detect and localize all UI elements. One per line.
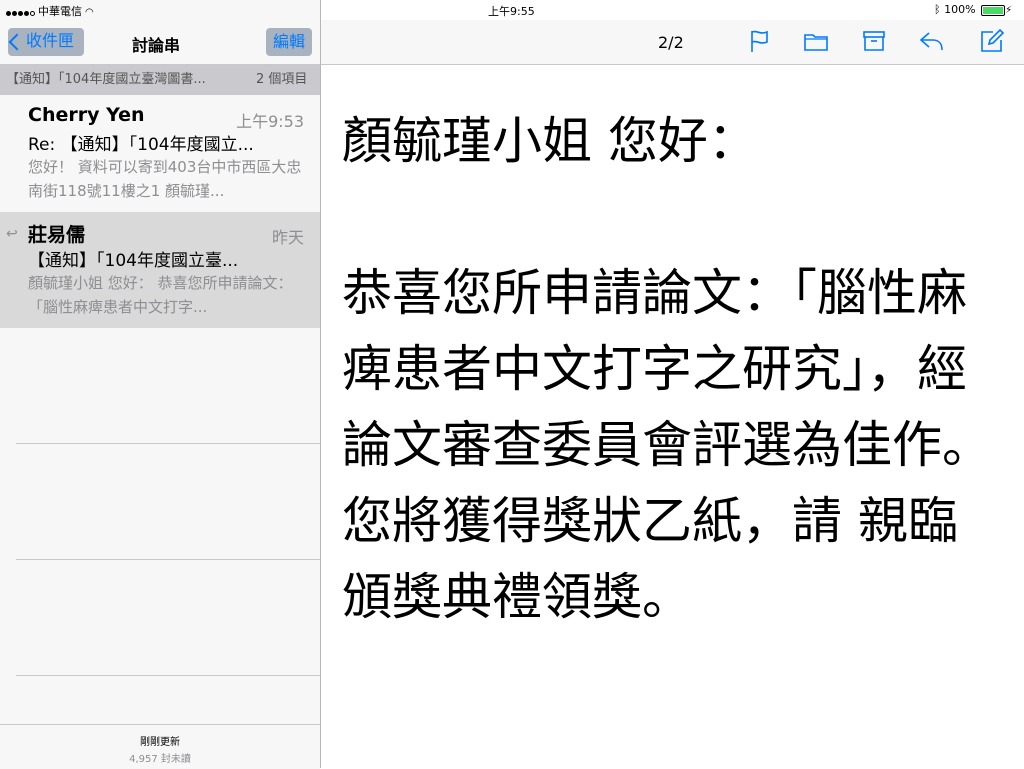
back-label: 收件匣	[26, 33, 75, 50]
replied-icon: ↩	[6, 226, 18, 242]
thread-list-pane: 中華電信 ◠ 收件匣 討論串 編輯 【通知】「104年度國立臺灣圖書... 2 個…	[0, 0, 320, 769]
message-counter: 2/2	[658, 33, 684, 52]
nav-title: 討論串	[132, 36, 181, 55]
back-to-inbox-button[interactable]: 收件匣	[8, 28, 84, 56]
compose-icon[interactable]	[979, 28, 1005, 54]
wifi-icon: ◠	[85, 7, 94, 18]
bluetooth-icon: ᛒ	[934, 3, 941, 16]
reply-icon[interactable]	[918, 28, 944, 54]
message-preview: 顏毓瑾小姐 您好： 恭喜您所申請論文：「腦性麻痺患者中文打字...	[28, 274, 293, 316]
message-subject: 【通知】「104年度國立臺...	[28, 251, 239, 271]
chevron-left-icon	[8, 33, 26, 51]
updated-status: 剛剛更新	[140, 737, 180, 748]
carrier-name: 中華電信	[38, 5, 82, 18]
body-paragraph-1: 恭喜您所申請論文：「腦性麻痺患者中文打字之研究」，經論文審查委員會評選為佳作。	[342, 264, 992, 474]
thread-header: 【通知】「104年度國立臺灣圖書... 2 個項目	[0, 65, 320, 95]
message-preview: 您好！ 資料可以寄到403台中市西區大忠南街118號11樓之1 顏毓瑾...	[28, 158, 302, 200]
status-bar-left: 中華電信 ◠	[6, 0, 306, 20]
message-time: 昨天	[271, 228, 304, 247]
carrier-indicator: 中華電信 ◠	[6, 3, 94, 19]
row-divider	[16, 443, 320, 444]
body-paragraph-2: 您將獲得獎狀乙紙，請 親臨頒獎典禮領獎。	[342, 492, 958, 626]
list-navbar: 收件匣 討論串 編輯	[0, 20, 320, 65]
message-row-selected[interactable]: ↩ 莊易儒 昨天 【通知】「104年度國立臺... 顏毓瑾小姐 您好： 恭喜您所…	[0, 212, 320, 328]
status-bar-right: ᛒ 100% ⚡	[934, 3, 1012, 16]
flag-icon[interactable]	[747, 28, 773, 54]
unread-count: 4,957 封未讀	[129, 754, 191, 765]
pane-divider	[320, 0, 321, 768]
message-sender: 莊易儒	[28, 224, 86, 246]
archive-icon[interactable]	[861, 28, 887, 54]
message-row[interactable]: Cherry Yen 上午9:53 Re: 【通知】「104年度國立... 您好…	[0, 96, 320, 212]
message-body: 顏毓瑾小姐 您好： 恭喜您所申請論文：「腦性麻痺患者中文打字之研究」，經論文審查…	[342, 103, 1002, 635]
folder-icon[interactable]	[803, 28, 829, 54]
charging-icon: ⚡	[1005, 5, 1013, 16]
thread-count: 2 個項目	[256, 72, 308, 87]
battery-icon	[981, 4, 1006, 16]
row-divider	[16, 675, 320, 676]
list-footer: 剛剛更新 4,957 封未讀	[0, 724, 320, 769]
status-time: 上午9:55	[488, 5, 535, 18]
battery-percent: 100%	[944, 3, 976, 16]
signal-icon	[6, 6, 36, 19]
message-sender: Cherry Yen	[28, 104, 145, 126]
detail-navbar: 2/2	[321, 20, 1024, 65]
thread-subject: 【通知】「104年度國立臺灣圖書...	[6, 72, 206, 87]
body-greeting: 顏毓瑾小姐 您好：	[342, 112, 758, 170]
row-divider	[16, 559, 320, 560]
message-subject: Re: 【通知】「104年度國立...	[28, 135, 254, 155]
message-time: 上午9:53	[236, 112, 304, 131]
edit-button[interactable]: 編輯	[266, 28, 312, 56]
